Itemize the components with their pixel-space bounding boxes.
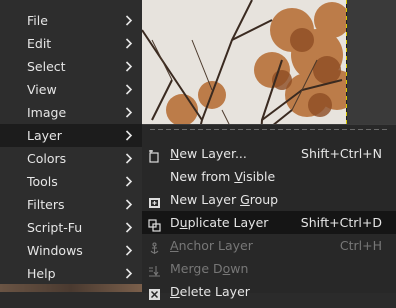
anchor-icon (148, 239, 161, 254)
chevron-right-icon (124, 55, 134, 78)
shortcut-label: Ctrl+H (339, 238, 382, 253)
menu-item-label: View (27, 82, 57, 97)
chevron-right-icon (124, 216, 134, 239)
submenu-item-label: New Layer Group (170, 192, 279, 207)
menu-item-label: Windows (27, 243, 83, 258)
menu-item-label: Edit (27, 36, 52, 51)
menu-item-view[interactable]: View (0, 78, 142, 101)
submenu-item-label: Duplicate Layer (170, 215, 269, 230)
image-menu: File Edit Select View Image Layer Colors Tools F… (0, 0, 142, 284)
submenu-item-anchor-layer[interactable]: Anchor Layer Ctrl+H (142, 234, 396, 257)
menu-item-label: Script-Fu (27, 220, 83, 235)
chevron-right-icon (124, 32, 134, 55)
chevron-right-icon (124, 147, 134, 170)
chevron-right-icon (124, 78, 134, 101)
merge-down-icon (148, 262, 161, 277)
menu-item-windows[interactable]: Windows (0, 239, 142, 262)
submenu-item-label: New from Visible (170, 169, 276, 184)
chevron-right-icon (124, 239, 134, 262)
menu-item-edit[interactable]: Edit (0, 32, 142, 55)
menu-item-tools[interactable]: Tools (0, 170, 142, 193)
submenu-item-label: New Layer... (170, 146, 247, 161)
menu-item-label: Image (27, 105, 67, 120)
photo-edge (0, 284, 142, 292)
chevron-right-icon (124, 262, 134, 285)
menu-item-label: Tools (27, 174, 58, 189)
chevron-right-icon (124, 9, 134, 32)
menu-item-label: Layer (27, 128, 62, 143)
menu-item-select[interactable]: Select (0, 55, 142, 78)
menu-item-label: Help (27, 266, 56, 281)
submenu-item-new-layer-group[interactable]: New Layer Group (142, 188, 396, 211)
layer-submenu: New Layer... Shift+Ctrl+N New from Visible… (142, 124, 396, 300)
chevron-right-icon (124, 170, 134, 193)
menu-item-help[interactable]: Help (0, 262, 142, 285)
menu-item-layer[interactable]: Layer (0, 124, 142, 147)
submenu-item-duplicate-layer[interactable]: Duplicate Layer Shift+Ctrl+D (142, 211, 396, 234)
menu-item-image[interactable]: Image (0, 101, 142, 124)
submenu-item-label: Merge Down (170, 261, 249, 276)
layer-group-icon (148, 193, 161, 208)
menu-item-colors[interactable]: Colors (0, 147, 142, 170)
chevron-right-icon (124, 101, 134, 124)
menu-item-file[interactable]: File (0, 9, 142, 32)
submenu-item-label: Anchor Layer (170, 238, 253, 253)
menu-item-script-fu[interactable]: Script-Fu (0, 216, 142, 239)
submenu-item-merge-down[interactable]: Merge Down (142, 257, 396, 280)
chevron-right-icon (124, 124, 134, 147)
shortcut-label: Shift+Ctrl+N (301, 146, 382, 161)
menu-item-label: File (27, 13, 48, 28)
tearoff-separator[interactable] (150, 129, 388, 130)
menu-item-label: Select (27, 59, 66, 74)
submenu-item-new-layer[interactable]: New Layer... Shift+Ctrl+N (142, 142, 396, 165)
duplicate-layer-icon (148, 216, 161, 232)
new-layer-icon (148, 147, 161, 163)
menu-item-filters[interactable]: Filters (0, 193, 142, 216)
menu-item-label: Filters (27, 197, 65, 212)
shortcut-label: Shift+Ctrl+D (300, 215, 382, 230)
menu-item-label: Colors (27, 151, 67, 166)
submenu-item-new-from-visible[interactable]: New from Visible (142, 165, 396, 188)
chevron-right-icon (124, 193, 134, 216)
